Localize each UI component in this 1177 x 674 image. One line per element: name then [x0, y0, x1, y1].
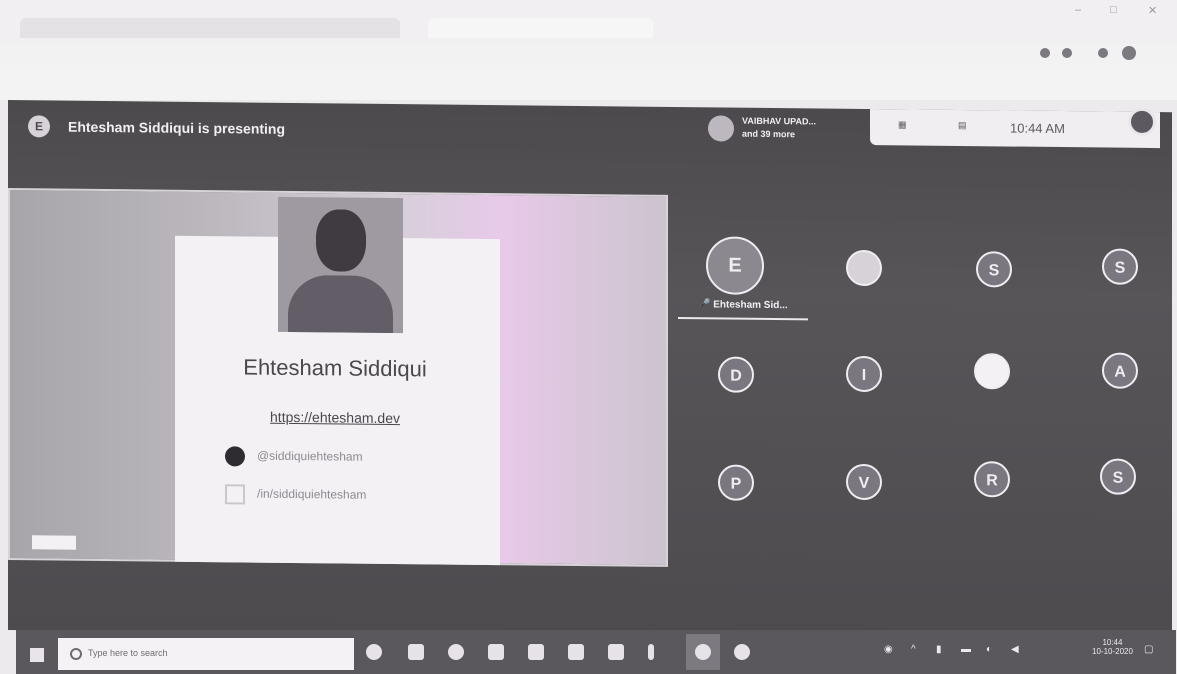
- github-icon: [225, 446, 245, 467]
- cortana-icon[interactable]: [366, 644, 382, 660]
- photo-torso: [288, 274, 393, 334]
- participant-tile[interactable]: R: [974, 461, 1010, 498]
- tray-app-icon[interactable]: ◉: [884, 644, 893, 655]
- user-avatar[interactable]: [1128, 107, 1156, 137]
- people-icon[interactable]: ▦: [898, 119, 907, 130]
- presenting-label: Ehtesham Siddiqui is presenting: [68, 118, 286, 137]
- maximize-icon[interactable]: □: [1110, 4, 1117, 16]
- network-icon[interactable]: ◐: [986, 644, 992, 655]
- participant-name: VAIBHAV UPAD...: [742, 115, 817, 127]
- mail-icon[interactable]: [568, 644, 584, 660]
- taskbar-date: 10-10-2020: [1092, 647, 1133, 656]
- minimize-icon[interactable]: –: [1075, 4, 1081, 16]
- extension-icon[interactable]: [1040, 48, 1050, 58]
- taskbar-time: 10:44: [1102, 638, 1123, 647]
- browser-tab-active[interactable]: [428, 18, 653, 38]
- profile-website-link[interactable]: https://ehtesham.dev: [235, 408, 435, 426]
- twitter-handle: /in/siddiquiehtesham: [257, 486, 367, 502]
- edge-icon[interactable]: [448, 644, 464, 660]
- chat-icon[interactable]: ▤: [958, 120, 967, 131]
- shared-screen: Ehtesham Siddiqui https://ehtesham.dev @…: [8, 188, 668, 567]
- browser-tab-strip: – □ ✕: [0, 0, 1177, 44]
- participant-avatar: [708, 115, 734, 142]
- photo-head: [316, 209, 366, 272]
- presenter-avatar: E: [28, 115, 50, 138]
- mic-icon[interactable]: ▮: [936, 644, 942, 655]
- extension-icon[interactable]: [1098, 48, 1108, 58]
- speaker-name: Ehtesham Sid...: [713, 299, 788, 312]
- task-view-icon[interactable]: [408, 644, 424, 660]
- github-handle: @siddiquiehtesham: [257, 448, 363, 464]
- profile-name: Ehtesham Siddiqui: [243, 354, 427, 382]
- close-icon[interactable]: ✕: [1148, 4, 1157, 17]
- participant-count: and 39 more: [742, 128, 796, 140]
- participant-tile[interactable]: D: [718, 356, 754, 393]
- windows-logo-icon[interactable]: [30, 648, 44, 662]
- file-explorer-icon[interactable]: [488, 644, 504, 660]
- battery-icon[interactable]: ▬: [961, 644, 971, 655]
- browser-tab[interactable]: [20, 18, 190, 38]
- notification-icon[interactable]: ▢: [1144, 644, 1153, 655]
- app-icon[interactable]: [648, 644, 654, 660]
- taskbar-clock[interactable]: 10:44 10-10-2020: [1092, 638, 1133, 656]
- clock: 10:44 AM: [1010, 120, 1065, 137]
- meet-top-bar: ▦ ▤ 10:44 AM: [870, 107, 1160, 149]
- participant-tile[interactable]: S: [976, 251, 1012, 288]
- participant-tile[interactable]: S: [1100, 458, 1136, 495]
- address-bar[interactable]: [0, 44, 1177, 66]
- search-icon: [70, 648, 82, 660]
- slide-badge: [32, 535, 76, 550]
- chrome-icon[interactable]: [695, 644, 711, 660]
- browser-tab[interactable]: [180, 18, 400, 38]
- participant-tile[interactable]: I: [846, 355, 882, 393]
- windows-taskbar: Type here to search ◉ ^ ▮ ▬ ◐ ◀ 10:44 10…: [16, 630, 1176, 674]
- chevron-up-icon[interactable]: ^: [911, 644, 916, 655]
- taskbar-search[interactable]: Type here to search: [58, 638, 354, 670]
- bookmarks-bar: [0, 66, 1177, 100]
- participant-tile[interactable]: [846, 249, 882, 287]
- active-speaker-label: 🎤 Ehtesham Sid...: [698, 299, 788, 312]
- search-placeholder: Type here to search: [88, 648, 168, 658]
- twitter-icon: [225, 484, 245, 505]
- meet-stage: E Ehtesham Siddiqui is presenting VAIBHA…: [8, 100, 1172, 643]
- participant-tile[interactable]: P: [718, 464, 754, 501]
- store-icon[interactable]: [528, 644, 544, 660]
- participant-tile[interactable]: E: [706, 236, 764, 295]
- profile-card: Ehtesham Siddiqui https://ehtesham.dev @…: [175, 196, 500, 566]
- participants-chip[interactable]: VAIBHAV UPAD... and 39 more: [708, 111, 868, 147]
- profile-photo: [278, 196, 403, 334]
- participant-tile[interactable]: S: [1102, 248, 1138, 285]
- settings-icon[interactable]: [734, 644, 750, 660]
- speaker-indicator: [678, 317, 808, 321]
- participant-tile[interactable]: V: [846, 463, 882, 501]
- profile-icon[interactable]: [1122, 46, 1136, 60]
- volume-icon[interactable]: ◀: [1011, 644, 1019, 655]
- participant-tile[interactable]: [974, 353, 1010, 390]
- participant-grid: E S S 🎤 Ehtesham Sid... D I A P V R S: [678, 232, 1168, 527]
- dropbox-icon[interactable]: [608, 644, 624, 660]
- meet-header: E Ehtesham Siddiqui is presenting VAIBHA…: [8, 100, 1172, 162]
- star-icon[interactable]: [1062, 48, 1072, 58]
- participant-tile[interactable]: A: [1102, 352, 1138, 389]
